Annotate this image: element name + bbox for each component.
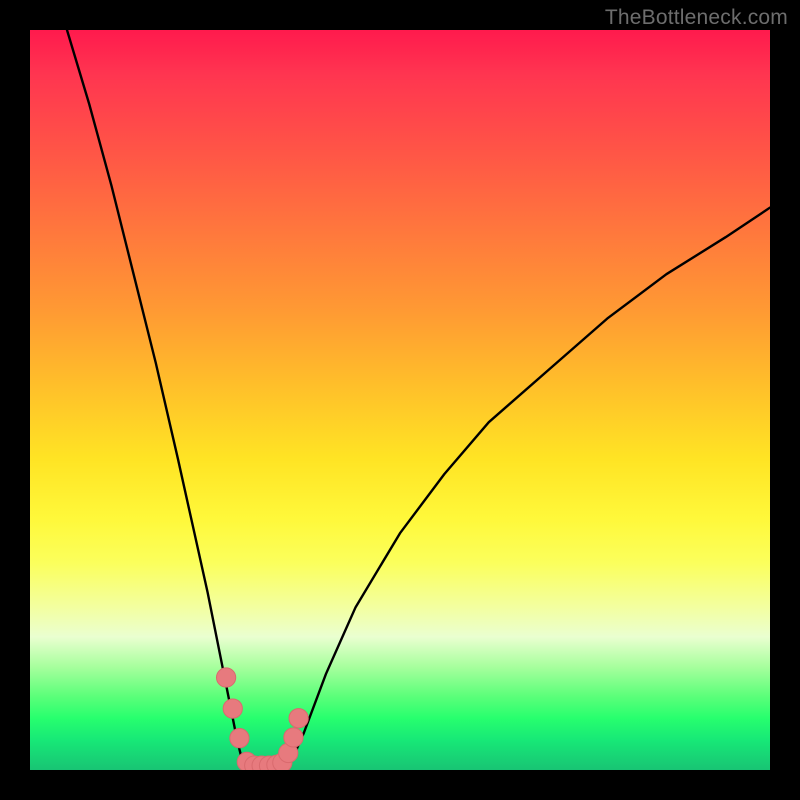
watermark-text: TheBottleneck.com: [605, 6, 788, 30]
trough-marker: [223, 699, 242, 718]
trough-marker: [289, 709, 308, 728]
trough-marker: [216, 668, 235, 687]
curve-group: [67, 30, 770, 770]
plot-area: [30, 30, 770, 770]
marker-group: [216, 668, 308, 770]
chart-frame: TheBottleneck.com: [0, 0, 800, 800]
trough-marker: [230, 729, 249, 748]
trough-marker: [284, 728, 303, 747]
bottleneck-curve: [67, 30, 770, 770]
curve-svg: [30, 30, 770, 770]
